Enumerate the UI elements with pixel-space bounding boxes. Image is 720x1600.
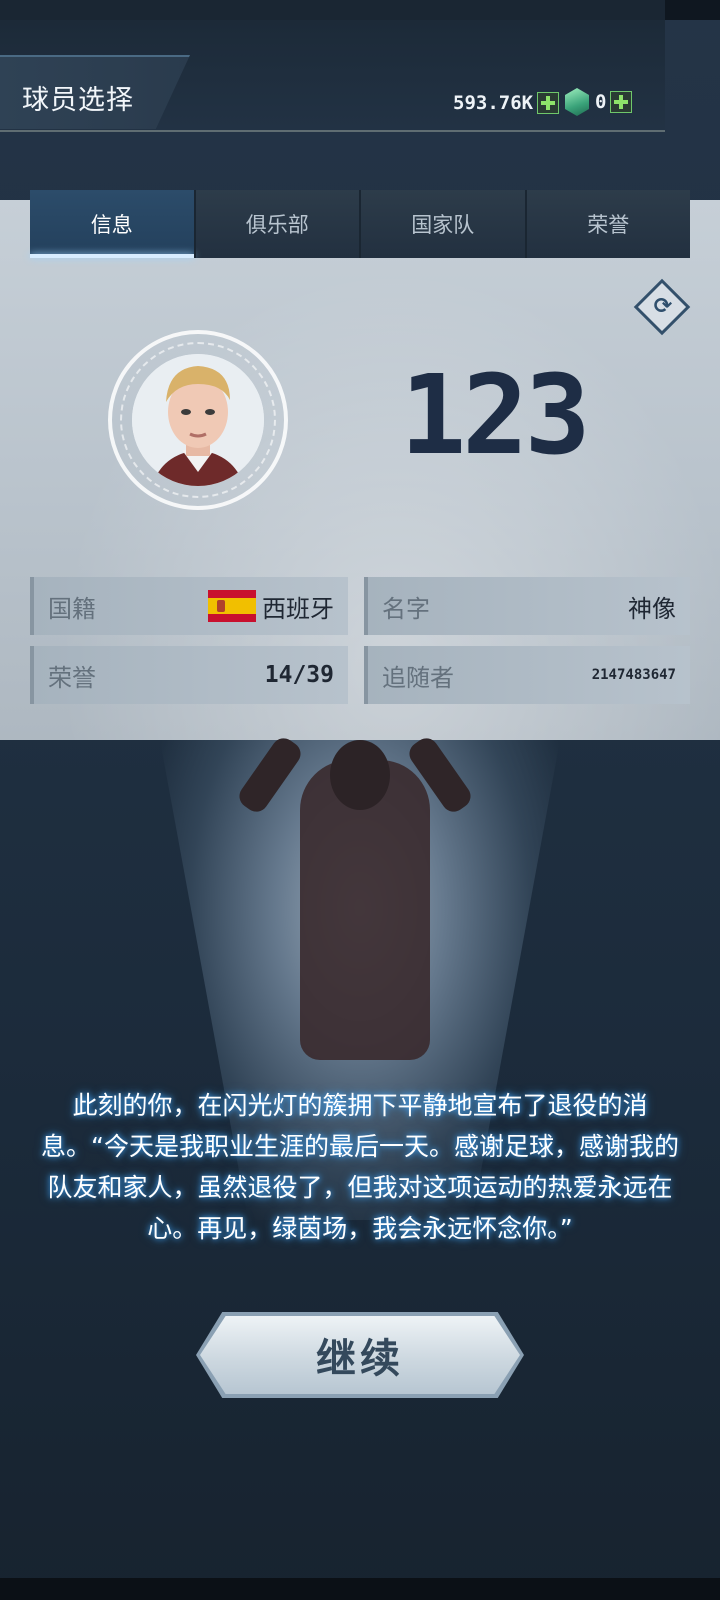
followers-cell: 追随者 2147483647 [364, 646, 690, 704]
tab-national-team[interactable]: 国家队 [359, 190, 525, 258]
nationality-value: 西班牙 [208, 589, 334, 624]
honors-cell: 荣誉 14/39 [30, 646, 348, 704]
continue-button[interactable]: 继续 [200, 1316, 520, 1394]
coin-counter: 593.76K [453, 92, 560, 114]
avatar [132, 354, 264, 486]
coin-add-plus-icon[interactable] [537, 92, 560, 114]
followers-value: 2147483647 [591, 667, 676, 683]
gem-amount: 0 [595, 91, 607, 113]
nationality-label: 国籍 [48, 594, 96, 623]
coin-amount: 593.76K [453, 92, 534, 114]
gem-add-plus-icon[interactable] [610, 91, 633, 113]
player-portrait-icon [132, 354, 264, 486]
name-label: 名字 [382, 594, 430, 623]
silhouette-head [330, 740, 390, 810]
status-strip-corner [665, 0, 720, 20]
honors-label: 荣誉 [48, 663, 96, 692]
nationality-text: 西班牙 [262, 594, 334, 623]
gem-icon [565, 88, 589, 116]
player-select-screen: 球员选择 593.76K 0 信息 俱乐部 国家队 荣誉 ⟳ 123 国籍 西班… [0, 0, 720, 1600]
status-strip [0, 0, 665, 20]
info-tabs: 信息 俱乐部 国家队 荣誉 [30, 190, 690, 258]
player-number: 123 [400, 351, 591, 479]
followers-label: 追随者 [382, 663, 454, 692]
nationality-cell: 国籍 西班牙 [30, 577, 348, 635]
spain-flag-icon [208, 590, 256, 622]
tab-club[interactable]: 俱乐部 [193, 190, 360, 258]
tab-info[interactable]: 信息 [30, 190, 194, 258]
tab-honors[interactable]: 荣誉 [524, 190, 691, 258]
name-value: 神像 [628, 594, 676, 623]
bottom-navigation-strip [0, 1578, 720, 1600]
page-title: 球员选择 [22, 85, 134, 116]
retirement-story-text: 此刻的你，在闪光灯的簇拥下平静地宣布了退役的消息。“今天是我职业生涯的最后一天。… [41, 1091, 679, 1243]
continue-label: 继续 [316, 1336, 404, 1382]
name-cell: 名字 神像 [364, 577, 690, 635]
honors-value: 14/39 [264, 662, 334, 688]
gem-counter: 0 [565, 88, 633, 116]
swap-arrows-icon[interactable]: ⟳ [652, 294, 674, 320]
